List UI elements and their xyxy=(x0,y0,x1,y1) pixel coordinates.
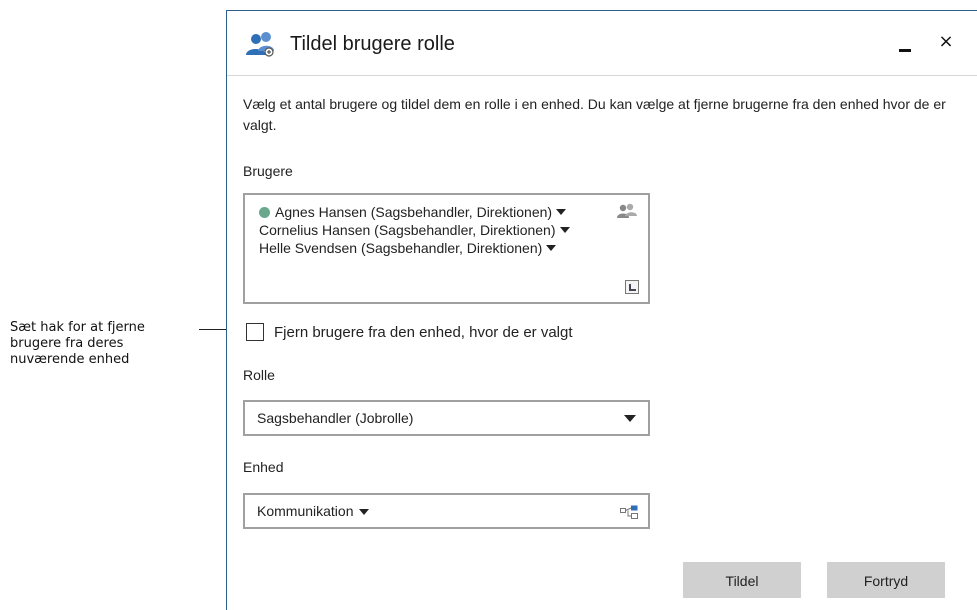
chevron-down-icon xyxy=(624,415,636,422)
users-label: Brugere xyxy=(243,163,293,179)
unit-picker-value: Kommunikation xyxy=(257,503,354,519)
chevron-down-icon[interactable] xyxy=(358,509,369,516)
dialog-content: Vælg et antal brugere og tildel dem en r… xyxy=(243,94,963,529)
user-item[interactable]: Helle Svendsen (Sagsbehandler, Direktion… xyxy=(259,239,634,257)
annotation-line-2: brugere fra deres xyxy=(10,336,124,351)
annotation-line-3: nuværende enhed xyxy=(10,352,130,367)
chevron-down-icon[interactable] xyxy=(559,227,570,233)
chevron-down-icon[interactable] xyxy=(556,209,567,215)
chevron-down-icon[interactable] xyxy=(546,245,557,251)
dialog-title: Tildel brugere rolle xyxy=(290,33,455,55)
unit-picker[interactable]: Kommunikation xyxy=(243,493,650,529)
add-users-icon[interactable] xyxy=(617,203,637,219)
user-item[interactable]: Agnes Hansen (Sagsbehandler, Direktionen… xyxy=(259,203,634,221)
users-picker[interactable]: Agnes Hansen (Sagsbehandler, Direktionen… xyxy=(243,193,650,304)
minimize-icon xyxy=(899,49,911,52)
expand-icon[interactable] xyxy=(625,280,639,294)
role-select-value: Sagsbehandler (Jobrolle) xyxy=(257,410,414,426)
org-tree-icon[interactable] xyxy=(620,505,638,519)
assign-role-dialog: Tildel brugere rolle × Vælg et antal bru… xyxy=(226,10,977,610)
callout-annotation: Sæt hak for at fjerne brugere fra deres … xyxy=(10,320,200,368)
remove-users-checkbox-label[interactable]: Fjern brugere fra den enhed, hvor de er … xyxy=(274,324,573,341)
users-icon xyxy=(246,32,274,57)
role-select[interactable]: Sagsbehandler (Jobrolle) xyxy=(243,400,650,436)
annotation-line-1: Sæt hak for at fjerne xyxy=(10,320,145,335)
user-item-label: Helle Svendsen (Sagsbehandler, Direktion… xyxy=(259,240,543,256)
role-label: Rolle xyxy=(243,367,275,383)
assign-button[interactable]: Tildel xyxy=(683,562,801,598)
minimize-button[interactable] xyxy=(895,35,915,55)
status-dot xyxy=(259,206,270,218)
user-item-label: Agnes Hansen (Sagsbehandler, Direktionen… xyxy=(275,204,553,220)
close-button[interactable]: × xyxy=(935,31,957,53)
cancel-button[interactable]: Fortryd xyxy=(827,562,945,598)
user-item[interactable]: Cornelius Hansen (Sagsbehandler, Direkti… xyxy=(259,221,634,239)
dialog-description: Vælg et antal brugere og tildel dem en r… xyxy=(243,96,946,133)
dialog-titlebar[interactable]: Tildel brugere rolle × xyxy=(227,11,977,76)
remove-users-checkbox[interactable] xyxy=(246,323,264,341)
unit-label: Enhed xyxy=(243,459,284,475)
user-item-label: Cornelius Hansen (Sagsbehandler, Direkti… xyxy=(259,222,556,238)
